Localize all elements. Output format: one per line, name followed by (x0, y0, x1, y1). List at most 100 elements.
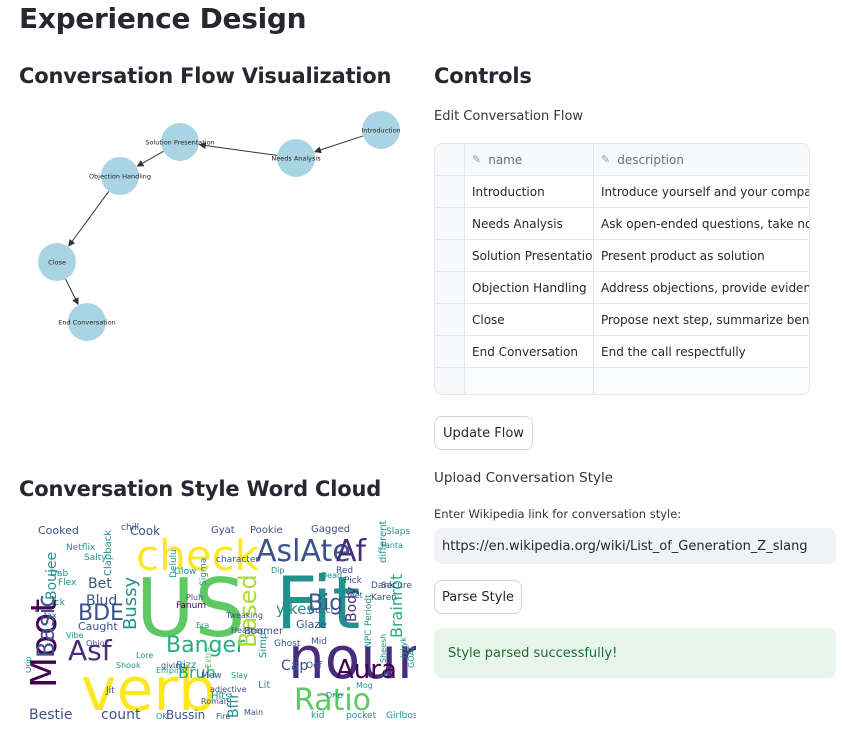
page-title: Experience Design (19, 2, 307, 35)
edit-flow-label: Edit Conversation Flow (434, 109, 584, 124)
flow-node-label: Objection Handling (89, 173, 151, 181)
word-cloud-word: Lit (258, 680, 270, 691)
table-row[interactable]: ClosePropose next step, summarize benefi… (435, 304, 809, 336)
word-cloud-image: FitUSverb nouncheckMootRatioAslAteAfAuraB… (26, 518, 416, 722)
word-cloud-word: Fanta (381, 541, 403, 550)
word-cloud-word: NPC (364, 630, 374, 648)
word-cloud-word: Dip (271, 566, 284, 575)
row-index-header (435, 144, 465, 175)
row-index-cell[interactable] (435, 240, 465, 271)
word-cloud-word: Dead (321, 571, 342, 580)
word-cloud-word: Yeet (345, 591, 363, 600)
table-row[interactable]: Solution Presentation Present product as … (435, 240, 809, 272)
word-cloud-word: Drip (326, 691, 343, 700)
word-cloud-word: Main (244, 708, 263, 717)
word-cloud-word: OK (156, 712, 168, 721)
row-index-cell[interactable] (435, 272, 465, 303)
word-cloud-word: GOAT (407, 646, 416, 668)
word-cloud-word: Netflix (66, 543, 96, 553)
word-cloud-word: Karen (371, 593, 397, 603)
word-cloud-word: Gagged (311, 524, 350, 535)
row-index-cell[interactable] (435, 208, 465, 239)
word-cloud-word: Heather (231, 626, 264, 635)
word-cloud-word: Fire (216, 712, 230, 721)
flow-edge (314, 135, 364, 154)
description-cell[interactable]: Introduce yourself and your company (594, 176, 809, 207)
row-index-cell[interactable] (435, 176, 465, 207)
word-cloud-word: Extra (204, 647, 213, 668)
description-cell[interactable]: Address objections, provide evidence (594, 272, 809, 303)
controls-title: Controls (434, 64, 532, 88)
description-cell[interactable]: Ask open-ended questions, take notes (594, 208, 809, 239)
word-cloud-word: Af (336, 534, 367, 569)
flow-section-title: Conversation Flow Visualization (19, 64, 392, 88)
row-index-cell[interactable] (435, 336, 465, 367)
word-cloud-word: Cap (281, 658, 308, 674)
upload-style-label: Upload Conversation Style (434, 470, 614, 486)
word-cloud-word: Bet (88, 576, 112, 592)
word-cloud-word: Era (196, 621, 209, 630)
word-cloud-word: Periodt (364, 594, 374, 626)
name-cell[interactable]: End Conversation (465, 336, 594, 367)
description-cell[interactable]: Propose next step, summarize benefits (594, 304, 809, 335)
word-cloud-word: Opp (26, 657, 33, 673)
word-cloud-word: Ghost (274, 639, 301, 649)
word-cloud-word: 4K (381, 669, 392, 678)
wiki-link-input[interactable]: https://en.wikipedia.org/wiki/List_of_Ge… (434, 528, 836, 564)
word-cloud-word: Slay (231, 671, 248, 680)
word-cloud-word: Gyat (211, 525, 235, 536)
table-row[interactable]: Objection Handling Address objections, pr… (435, 272, 809, 304)
word-cloud-word: Sigma (199, 558, 209, 586)
description-cell[interactable] (594, 368, 809, 394)
table-row-new[interactable] (435, 368, 809, 394)
name-cell[interactable]: Needs Analysis (465, 208, 594, 239)
word-cloud-word: count (101, 707, 141, 722)
flow-edge (68, 191, 110, 247)
flow-node-label: Close (48, 259, 66, 267)
word-cloud-word: character (216, 555, 259, 565)
word-cloud-word: Simp (258, 633, 269, 658)
word-cloud-word: Sheesh (379, 634, 388, 663)
parse-style-button[interactable]: Parse Style (434, 580, 522, 614)
table-header: ✎ name ✎ description (435, 144, 809, 176)
flow-table[interactable]: ✎ name ✎ description Introduction Introduce… (434, 143, 810, 395)
column-header-description[interactable]: ✎ description (594, 144, 809, 175)
table-row[interactable]: Introduction Introduce yourself and your … (435, 176, 809, 208)
edit-column-icon: ✎ (472, 153, 482, 166)
conversation-flow-graph: Introduction Needs Analysis Solution Prese… (38, 111, 401, 341)
word-cloud-word: Bussy (120, 576, 141, 630)
description-cell[interactable]: End the call respectfully (594, 336, 809, 367)
name-cell[interactable]: Objection Handling (465, 272, 594, 303)
table-row[interactable]: Needs Analysis Ask open-ended questions, … (435, 208, 809, 240)
word-cloud-word: Ick (52, 598, 66, 608)
word-cloud-word: tax (44, 611, 57, 620)
update-flow-button[interactable]: Update Flow (434, 416, 533, 450)
word-cloud-word: adjective (210, 685, 247, 694)
row-index-cell[interactable] (435, 368, 465, 394)
word-cloud-word: kid (311, 711, 324, 721)
name-cell[interactable]: Close (465, 304, 594, 335)
word-cloud-word: Shook (116, 661, 141, 670)
word-cloud-word: Lore (136, 651, 153, 660)
word-cloud-word: Slaps (386, 527, 410, 537)
name-cell[interactable]: Introduction (465, 176, 594, 207)
word-cloud-word: Delulu (169, 549, 179, 578)
column-header-name[interactable]: ✎ name (465, 144, 594, 175)
flow-edge (136, 150, 164, 167)
word-cloud-word: Salty (84, 553, 107, 563)
word-cloud-word: Mog (356, 681, 373, 690)
name-cell[interactable]: Solution Presentation (465, 240, 594, 271)
word-cloud-word: chill (121, 523, 139, 533)
description-cell[interactable]: Present product as solution (594, 240, 809, 271)
word-cloud-word: Pookie (250, 525, 283, 536)
row-index-cell[interactable] (435, 304, 465, 335)
word-cloud-word: Girlboss (386, 711, 416, 721)
name-cell[interactable] (465, 368, 594, 394)
word-cloud-word: Gucci (308, 606, 333, 616)
word-cloud-word: Glaze (296, 618, 327, 631)
wordcloud-title: Conversation Style Word Cloud (19, 477, 382, 501)
success-alert: Style parsed successfully! (434, 628, 836, 678)
word-cloud-word: Bussin (166, 708, 205, 722)
table-row[interactable]: End Conversation End the call respectfull… (435, 336, 809, 368)
word-cloud-word: Bestie (29, 707, 73, 722)
